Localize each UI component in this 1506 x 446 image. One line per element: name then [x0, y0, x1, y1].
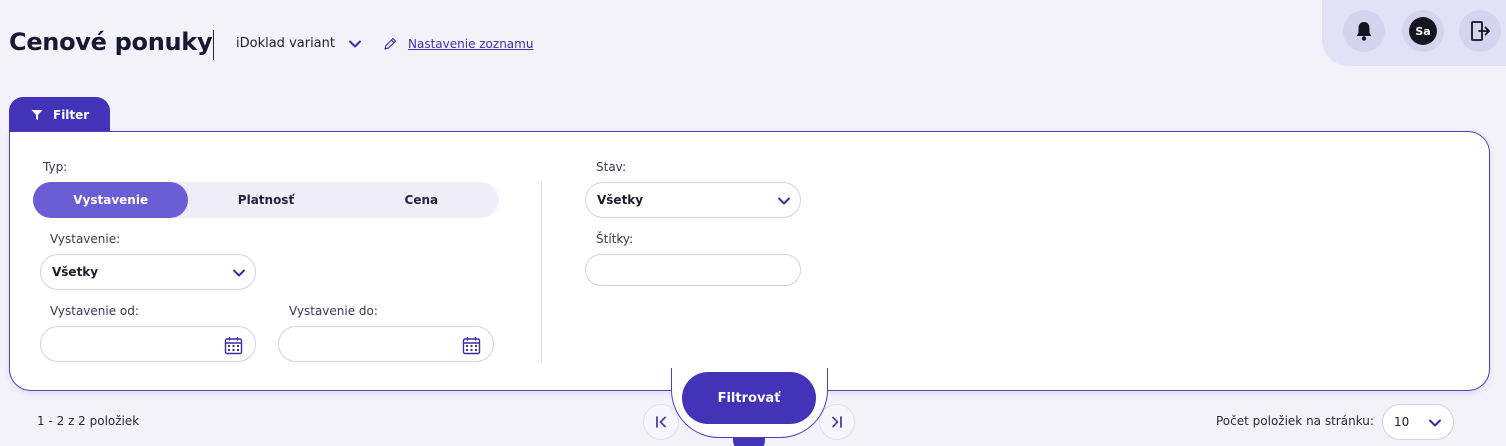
issue-select[interactable]: Všetky — [40, 254, 256, 290]
calendar-icon[interactable] — [462, 336, 481, 355]
item-count: 1 - 2 z 2 položiek — [37, 414, 140, 428]
top-right-toolbar: Sa — [1322, 0, 1506, 66]
state-label: Stav: — [596, 160, 627, 174]
pencil-icon — [384, 37, 397, 50]
last-page-icon — [832, 416, 842, 428]
issue-to-field[interactable] — [278, 326, 494, 362]
calendar-icon[interactable] — [224, 336, 243, 355]
list-settings-link[interactable]: Nastavenie zoznamu — [382, 36, 533, 52]
tags-label: Štítky: — [596, 232, 634, 246]
per-page-label: Počet položiek na stránku: — [1216, 414, 1374, 428]
avatar-initials: Sa — [1409, 17, 1437, 45]
list-settings-label: Nastavenie zoznamu — [408, 37, 534, 51]
avatar[interactable]: Sa — [1402, 10, 1444, 52]
filter-tab-label: Filter — [53, 108, 90, 122]
bell-icon — [1356, 22, 1372, 41]
per-page-select[interactable]: 10 — [1382, 404, 1454, 440]
column-divider — [541, 181, 542, 363]
variant-dropdown[interactable]: iDoklad variant — [236, 36, 362, 51]
logout-icon — [1471, 21, 1490, 41]
chevron-down-icon — [1429, 419, 1441, 427]
type-segmented-control: Vystavenie Platnosť Cena — [33, 182, 499, 218]
chevron-down-icon — [778, 197, 790, 205]
chevron-down-icon — [349, 40, 361, 47]
issue-to-label: Vystavenie do: — [289, 304, 378, 318]
first-page-icon — [656, 416, 666, 428]
per-page-value: 10 — [1394, 415, 1410, 429]
filter-panel: Typ: Vystavenie Platnosť Cena Vystavenie… — [9, 131, 1490, 391]
issue-from-field[interactable] — [40, 326, 256, 362]
issue-label: Vystavenie: — [50, 232, 121, 246]
first-page-button[interactable] — [643, 404, 679, 440]
issue-select-value: Všetky — [52, 265, 99, 279]
variant-label: iDoklad variant — [236, 36, 335, 51]
state-select-value: Všetky — [597, 193, 644, 207]
last-page-button[interactable] — [819, 404, 855, 440]
type-option-issue[interactable]: Vystavenie — [33, 182, 189, 218]
state-select[interactable]: Všetky — [585, 182, 801, 218]
tags-field[interactable] — [585, 254, 801, 286]
title-divider — [213, 30, 214, 60]
type-label: Typ: — [43, 160, 68, 174]
filter-tab[interactable]: Filter — [9, 97, 110, 133]
page-title: Cenové ponuky — [9, 28, 213, 56]
filter-submit-button[interactable]: Filtrovať — [682, 372, 816, 424]
notifications-button[interactable] — [1343, 10, 1385, 52]
logout-button[interactable] — [1459, 10, 1501, 52]
type-option-validity[interactable]: Platnosť — [188, 182, 343, 218]
type-option-price[interactable]: Cena — [344, 182, 499, 218]
funnel-icon — [31, 110, 43, 120]
chevron-down-icon — [233, 269, 245, 277]
issue-from-label: Vystavenie od: — [50, 304, 139, 318]
